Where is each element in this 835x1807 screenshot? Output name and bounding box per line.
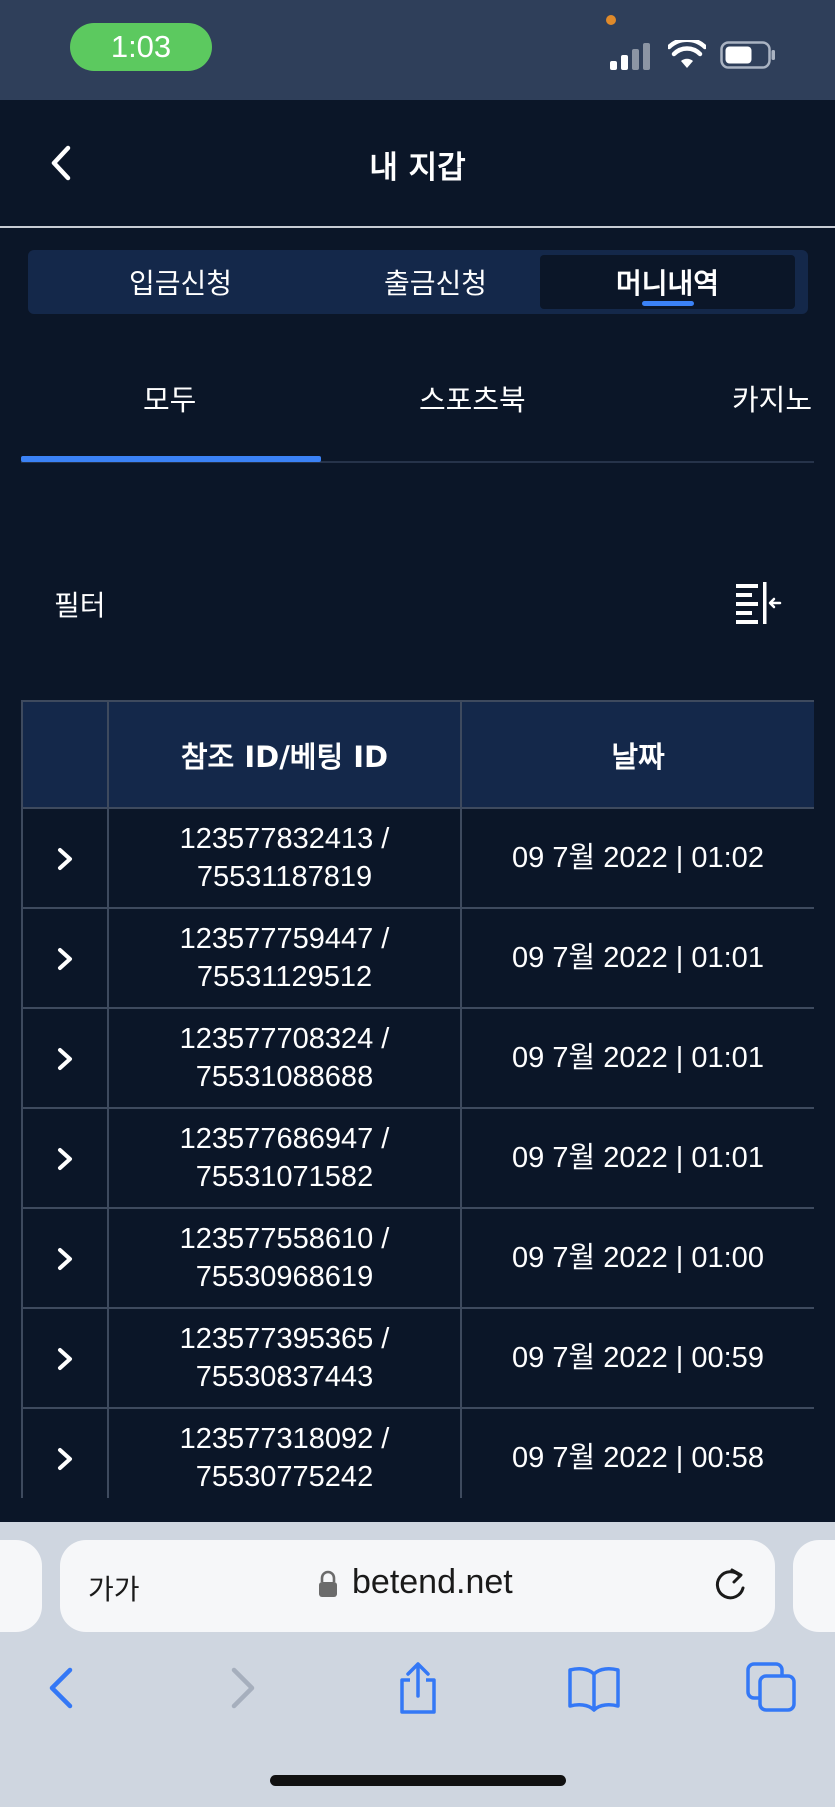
active-tab-indicator: [641, 301, 694, 306]
expand-column-header: [21, 700, 109, 809]
status-bar: 1:03: [0, 0, 835, 100]
bet-id: 75531071582: [195, 1161, 374, 1193]
table-row[interactable]: 123577686947 / 75531071582 09 7월 2022 | 0…: [21, 1107, 814, 1209]
status-time: 1:03: [70, 23, 212, 71]
ref-bet-id-cell: 123577759447 / 75531129512: [107, 907, 462, 1009]
tab-label: 입금신청: [128, 267, 233, 300]
ref-bet-id-cell: 123577708324 / 75531088688: [107, 1007, 462, 1109]
expand-row-button[interactable]: [21, 1207, 109, 1309]
expand-row-button[interactable]: [21, 907, 109, 1009]
tab-money-history[interactable]: 머니내역: [540, 255, 795, 309]
bet-id: 75530837443: [195, 1361, 374, 1393]
chevron-right-icon: [58, 1248, 72, 1271]
ref-bet-id-cell: 123577395365 / 75530837443: [107, 1307, 462, 1409]
browser-toolbar: 가가 betend.net: [0, 1522, 835, 1807]
url-text: betend.net: [352, 1563, 513, 1601]
ref-bet-id-cell: 123577558610 / 75530968619: [107, 1207, 462, 1309]
next-tab-preview[interactable]: [793, 1540, 835, 1632]
wallet-segment-tabs: 입금신청 출금신청 머니내역: [28, 250, 808, 314]
address-bar[interactable]: 가가 betend.net: [60, 1540, 775, 1632]
table-row[interactable]: 123577832413 / 75531187819 09 7월 2022 | 0…: [21, 807, 814, 909]
tab-label: 스포츠북: [419, 383, 526, 417]
ref-id: 123577759447 /: [179, 923, 390, 955]
date-cell: 09 7월 2022 | 00:59: [460, 1307, 814, 1409]
ref-id: 123577832413 /: [179, 823, 390, 855]
tab-label: 머니내역: [615, 267, 720, 300]
ref-bet-id-cell: 123577832413 / 75531187819: [107, 807, 462, 909]
tab-label: 카지노: [732, 383, 813, 417]
tab-label: 모두: [143, 383, 197, 417]
date-cell: 09 7월 2022 | 01:01: [460, 1007, 814, 1109]
wifi-icon: [668, 40, 706, 68]
table-row[interactable]: 123577759447 / 75531129512 09 7월 2022 | 0…: [21, 907, 814, 1009]
date-column-header: 날짜: [460, 700, 814, 809]
date-cell: 09 7월 2022 | 00:58: [460, 1407, 814, 1498]
filter-toggle-icon[interactable]: [734, 580, 782, 624]
tab-sportsbook[interactable]: 스포츠북: [419, 377, 526, 419]
home-indicator: [270, 1775, 566, 1786]
date-cell: 09 7월 2022 | 01:01: [460, 1107, 814, 1209]
date-cell: 09 7월 2022 | 01:01: [460, 907, 814, 1009]
chevron-right-icon: [58, 1448, 72, 1471]
tab-all[interactable]: 모두: [143, 377, 196, 419]
bet-id: 75530968619: [195, 1261, 374, 1293]
table-row[interactable]: 123577558610 / 75530968619 09 7월 2022 | 0…: [21, 1207, 814, 1309]
text-size-button[interactable]: 가가: [88, 1568, 140, 1608]
expand-row-button[interactable]: [21, 1007, 109, 1109]
bet-id: 75531187819: [196, 861, 373, 893]
expand-row-button[interactable]: [21, 1407, 109, 1498]
app-header: 내 지갑: [0, 100, 835, 228]
previous-tab-preview[interactable]: [0, 1540, 42, 1632]
ref-id: 123577558610 /: [179, 1223, 390, 1255]
expand-row-button[interactable]: [21, 807, 109, 909]
date-cell: 09 7월 2022 | 01:00: [460, 1207, 814, 1309]
tab-label: 출금신청: [383, 267, 488, 300]
browser-back-icon[interactable]: [34, 1660, 90, 1716]
chevron-right-icon: [58, 1048, 72, 1071]
share-icon[interactable]: [390, 1660, 446, 1716]
browser-forward-icon[interactable]: [214, 1660, 270, 1716]
chevron-right-icon: [58, 948, 72, 971]
reload-icon[interactable]: [710, 1564, 750, 1606]
bookmarks-icon[interactable]: [566, 1660, 622, 1716]
tab-withdraw-request[interactable]: 출금신청: [308, 255, 563, 309]
cellular-signal-icon: [610, 42, 652, 70]
tabs-icon[interactable]: [744, 1660, 800, 1716]
ref-id: 123577708324 /: [179, 1023, 390, 1055]
chevron-right-icon: [58, 1148, 72, 1171]
camera-indicator-icon: [606, 15, 616, 25]
table-row[interactable]: 123577708324 / 75531088688 09 7월 2022 | 0…: [21, 1007, 814, 1109]
table-row[interactable]: 123577395365 / 75530837443 09 7월 2022 | 0…: [21, 1307, 814, 1409]
filter-label: 필터: [54, 589, 106, 622]
ref-bet-id-cell: 123577318092 / 75530775242: [107, 1407, 462, 1498]
ref-id-column-header: 참조 ID/베팅 ID: [107, 700, 462, 809]
history-table: 참조 ID/베팅 ID 날짜 123577832413 / 75531187819…: [21, 700, 814, 1498]
ref-id: 123577318092 /: [179, 1423, 390, 1455]
battery-icon: [720, 41, 775, 69]
bet-id: 75531088688: [195, 1061, 374, 1093]
page-title: 내 지갑: [369, 150, 466, 186]
expand-row-button[interactable]: [21, 1307, 109, 1409]
lock-icon: [319, 1570, 337, 1597]
bet-id: 75530775242: [195, 1461, 374, 1493]
ref-id: 123577395365 /: [179, 1323, 390, 1355]
date-cell: 09 7월 2022 | 01:02: [460, 807, 814, 909]
chevron-right-icon: [58, 1348, 72, 1371]
expand-row-button[interactable]: [21, 1107, 109, 1209]
table-header-row: 참조 ID/베팅 ID 날짜: [21, 700, 814, 809]
ref-id: 123577686947 /: [179, 1123, 390, 1155]
table-row[interactable]: 123577318092 / 75530775242 09 7월 2022 | 0…: [21, 1407, 814, 1498]
category-tabs: 모두 스포츠북 카지노: [21, 345, 814, 463]
bet-id: 75531129512: [196, 961, 373, 993]
active-category-indicator: [21, 456, 321, 462]
ref-bet-id-cell: 123577686947 / 75531071582: [107, 1107, 462, 1209]
chevron-right-icon: [58, 848, 72, 871]
tab-casino[interactable]: 카지노: [732, 377, 812, 419]
tab-deposit-request[interactable]: 입금신청: [53, 255, 308, 309]
